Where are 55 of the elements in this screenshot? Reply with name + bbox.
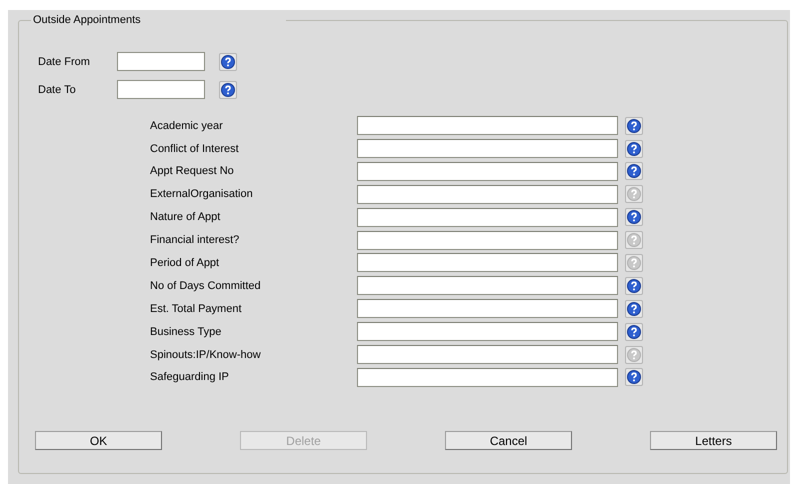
date-field[interactable] — [117, 52, 205, 71]
field-label: Date To — [37, 84, 77, 96]
help-button[interactable] — [625, 322, 643, 341]
input-field[interactable] — [357, 162, 618, 181]
question-icon — [627, 233, 641, 248]
input-field[interactable] — [357, 208, 618, 227]
question-icon — [627, 164, 641, 178]
help-button[interactable] — [219, 80, 237, 98]
question-icon — [627, 324, 641, 339]
field-label: Business Type — [149, 326, 222, 338]
question-icon — [627, 302, 641, 316]
field-label: Financial interest? — [149, 234, 240, 246]
field-label: Academic year — [149, 120, 224, 132]
input-field[interactable] — [357, 345, 618, 364]
question-icon — [627, 370, 641, 384]
question-icon — [627, 142, 641, 156]
field-label: No of Days Committed — [149, 280, 262, 292]
question-icon — [627, 118, 641, 133]
input-field[interactable] — [357, 322, 618, 342]
input-field[interactable] — [357, 116, 618, 136]
help-button[interactable] — [625, 162, 643, 180]
dialog-button[interactable]: Cancel — [445, 431, 572, 450]
input-field[interactable] — [357, 299, 618, 318]
help-button[interactable] — [625, 276, 643, 295]
question-icon — [627, 256, 641, 270]
input-field[interactable] — [357, 230, 618, 250]
help-button[interactable] — [219, 52, 237, 70]
dialog-button[interactable]: Letters — [650, 431, 777, 450]
help-button[interactable] — [625, 140, 643, 158]
question-icon — [627, 210, 641, 224]
input-field[interactable] — [357, 139, 618, 158]
field-label: Spinouts:IP/Know-how — [149, 348, 262, 361]
question-icon — [627, 187, 641, 202]
question-icon — [627, 278, 641, 293]
question-icon — [221, 54, 235, 68]
question-icon — [221, 82, 235, 96]
dialog-button[interactable]: OK — [35, 431, 162, 450]
field-label: ExternalOrganisation — [149, 188, 254, 200]
field-label: Date From — [37, 56, 91, 68]
input-field[interactable] — [357, 253, 618, 272]
help-button[interactable] — [625, 116, 643, 135]
date-field[interactable] — [117, 80, 205, 99]
field-label: Conflict of Interest — [149, 142, 240, 155]
field-label: Nature of Appt — [149, 211, 222, 224]
help-button[interactable] — [625, 300, 643, 318]
input-field[interactable] — [357, 276, 618, 296]
field-label: Safeguarding IP — [149, 371, 230, 384]
help-button[interactable] — [625, 208, 643, 226]
field-label: Period of Appt — [149, 256, 220, 269]
input-field[interactable] — [357, 368, 618, 387]
field-label: Appt Request No — [149, 165, 235, 178]
help-button[interactable] — [625, 368, 643, 386]
question-icon — [627, 348, 641, 362]
field-label: Est. Total Payment — [149, 302, 243, 315]
input-field[interactable] — [357, 184, 618, 204]
